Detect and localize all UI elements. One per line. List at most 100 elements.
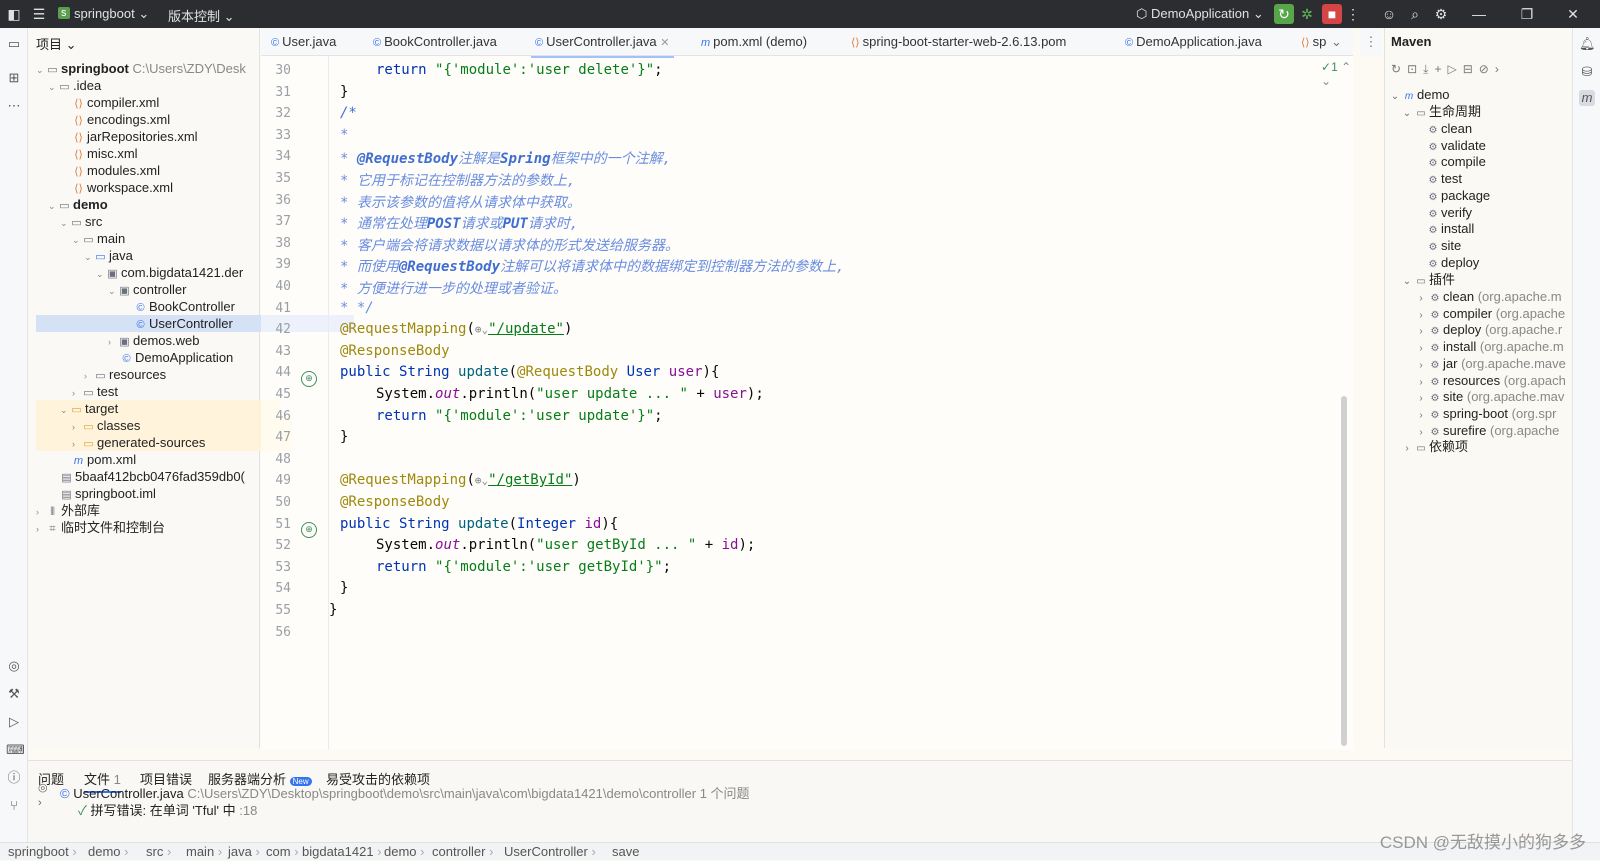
expand-arrow-icon[interactable]: › (1415, 323, 1427, 338)
expand-arrow-icon[interactable]: › (1415, 374, 1427, 389)
inspection-widget[interactable]: ✓1 ⌃ ⌄ (1321, 60, 1353, 88)
expand-arrow-icon[interactable]: › (1415, 307, 1427, 322)
git-tool-icon[interactable]: ⑂ (6, 798, 22, 814)
vcs-menu[interactable]: 版本控制 ⌄ (168, 6, 235, 25)
problem-item-row[interactable]: ✓ 拼写错误: 在单词 'Tful' 中 :18 (78, 800, 257, 819)
expand-arrow-icon[interactable]: › (1415, 340, 1427, 355)
breadcrumb-9[interactable]: UserController › (504, 843, 596, 861)
debug-icon[interactable]: ✲ (1298, 4, 1316, 24)
generate-sources-icon[interactable]: ⊡ (1407, 62, 1423, 76)
tree-item-demo[interactable]: ⌄ ▭ demo (48, 196, 108, 213)
maven-root-demo[interactable]: ⌄ m demo (1389, 86, 1450, 103)
problems-expand-icon[interactable]: › (38, 797, 42, 809)
build-tool-icon[interactable]: ⚒ (6, 686, 22, 702)
run-tool-icon[interactable]: ▷ (6, 714, 22, 730)
tab-close-icon[interactable]: ✕ (660, 37, 669, 49)
structure-tool-icon[interactable]: ⊞ (6, 70, 22, 86)
tree-item-scratches[interactable]: › ⌗ 临时文件和控制台 (36, 519, 165, 536)
maven-goal-site[interactable]: ⚙ site (1427, 237, 1462, 254)
expand-arrow-icon[interactable]: ⌄ (108, 283, 118, 300)
terminal-tool-icon[interactable]: ⌨ (6, 742, 25, 758)
breadcrumb-0[interactable]: springboot › (8, 843, 77, 861)
tree-item-jarrepositories-xml[interactable]: ⟨⟩ jarRepositories.xml (72, 128, 197, 145)
maven-goal-verify[interactable]: ⚙ verify (1427, 204, 1473, 221)
breadcrumb-8[interactable]: controller › (432, 843, 493, 861)
more-tools-icon[interactable]: ⋯ (6, 98, 22, 114)
tab-list-icon[interactable]: ⌄ (1327, 28, 1346, 56)
tree-item-bookcontroller[interactable]: © BookController (134, 298, 235, 315)
close-icon[interactable]: ✕ (1564, 4, 1582, 24)
expand-arrow-icon[interactable]: ⌄ (1389, 88, 1401, 105)
expand-arrow-icon[interactable]: ⌄ (60, 215, 70, 232)
tree-item-compiler-xml[interactable]: ⟨⟩ compiler.xml (72, 94, 159, 111)
maven-goal-package[interactable]: ⚙ package (1427, 187, 1491, 204)
maven-lifecycle-node[interactable]: ⌄ ▭ 生命周期 (1401, 103, 1481, 120)
tree-item-resources[interactable]: › ▭ resources (84, 366, 166, 383)
project-panel-title[interactable]: 项目 ⌄ (36, 34, 77, 53)
tree-item-demos-web[interactable]: › ▣ demos.web (108, 332, 199, 349)
expand-arrow-icon[interactable]: › (1415, 290, 1427, 305)
expand-arrow-icon[interactable]: ⌄ (1401, 105, 1413, 122)
maven-goal-clean[interactable]: ⚙ clean (1427, 120, 1473, 137)
expand-arrow-icon[interactable]: › (1415, 390, 1427, 405)
maven-plugin-resources[interactable]: › ⚙ resources (org.apach (1415, 372, 1571, 389)
maven-plugins-node[interactable]: ⌄ ▭ 插件 (1401, 271, 1455, 288)
tree-item-package-root[interactable]: ⌄ ▣ com.bigdata1421.der (96, 264, 256, 281)
rerun-icon[interactable]: ↻ (1274, 4, 1294, 24)
breadcrumb-10[interactable]: save (612, 843, 639, 861)
tree-item-modules-xml[interactable]: ⟨⟩ modules.xml (72, 162, 160, 179)
settings-gear-icon[interactable]: ⚙ (1432, 4, 1450, 24)
tree-item-encodings-xml[interactable]: ⟨⟩ encodings.xml (72, 111, 170, 128)
tree-item-java[interactable]: ⌄ ▭ java (84, 247, 133, 264)
tree-item-pom-xml[interactable]: m pom.xml (72, 451, 136, 468)
endpoint-gutter-icon[interactable]: ⊕ (301, 522, 317, 538)
tree-item-workspace-xml[interactable]: ⟨⟩ workspace.xml (72, 179, 173, 196)
code-editor[interactable]: 30 31 32 33 34 35 36 37 38 39 40 41 42 43 44 45 46 47 48 49… (261, 56, 1353, 750)
maven-plugin-surefire[interactable]: › ⚙ surefire (org.apache (1415, 422, 1571, 439)
tab-bookcontroller-java[interactable]: © BookController.java (369, 28, 501, 56)
reload-icon[interactable]: ↻ (1391, 62, 1407, 76)
tree-item-main[interactable]: ⌄ ▭ main (72, 230, 125, 247)
notifications-icon[interactable]: 🔔︎ (1579, 36, 1596, 52)
tab-more-icon[interactable]: ⋮ (1360, 28, 1382, 56)
maven-dependencies-node[interactable]: › ▭ 依赖项 (1401, 438, 1468, 455)
tree-item-hash-file[interactable]: ▤ 5baaf412bcb0476fad359db0( (60, 468, 256, 485)
breadcrumb-4[interactable]: java › (228, 843, 260, 861)
maven-plugin-deploy[interactable]: › ⚙ deploy (org.apache.r (1415, 321, 1571, 338)
tree-item-controller[interactable]: ⌄ ▣ controller (108, 281, 186, 298)
breadcrumb-7[interactable]: demo › (384, 843, 425, 861)
expand-arrow-icon[interactable]: ⌄ (96, 266, 106, 281)
tree-item-springboot[interactable]: ⌄ ▭ springboot C:\Users\ZDY\Desk (36, 60, 246, 77)
breadcrumb-5[interactable]: com › (266, 843, 299, 861)
maven-goal-validate[interactable]: ⚙ validate (1427, 137, 1486, 154)
maven-goal-install[interactable]: ⚙ install (1427, 220, 1475, 237)
tree-item-demoapplication[interactable]: © DemoApplication (120, 349, 233, 366)
tab-demoapplication-java[interactable]: © DemoApplication.java (1121, 28, 1266, 56)
toggle-offline-icon[interactable]: ⊟ (1463, 62, 1479, 76)
breadcrumb-6[interactable]: bigdata1421 › (302, 843, 382, 861)
download-icon[interactable]: ⤓ (1423, 62, 1434, 76)
expand-arrow-icon[interactable]: ⌄ (84, 249, 94, 266)
expand-arrow-icon[interactable]: ⌄ (48, 79, 58, 96)
run-goal-icon[interactable]: ▷ (1447, 62, 1462, 76)
restore-icon[interactable]: ❐ (1518, 4, 1536, 24)
expand-arrow-icon[interactable]: › (108, 334, 118, 351)
maven-plugin-spring-boot[interactable]: › ⚙ spring-boot (org.spr (1415, 405, 1571, 422)
problems-tool-icon[interactable]: ⓘ (6, 770, 22, 786)
expand-arrow-icon[interactable]: › (1401, 440, 1413, 457)
stop-icon[interactable]: ■ (1322, 4, 1342, 24)
maven-plugin-clean[interactable]: › ⚙ clean (org.apache.m (1415, 288, 1571, 305)
maven-plugin-jar[interactable]: › ⚙ jar (org.apache.mave (1415, 355, 1571, 372)
expand-arrow-icon[interactable]: ⌄ (36, 62, 46, 79)
tree-item-target[interactable]: ⌄ ▭ target (36, 400, 280, 417)
editor-scrollbar[interactable] (1341, 396, 1347, 746)
tree-item-test[interactable]: › ▭ test (72, 383, 118, 400)
maven-plugin-compiler[interactable]: › ⚙ compiler (org.apache (1415, 305, 1571, 322)
maven-goal-deploy[interactable]: ⚙ deploy (1427, 254, 1480, 271)
tree-item-generated-sources[interactable]: › ▭ generated-sources (36, 434, 292, 451)
tab-usercontroller-java[interactable]: © UserController.java ✕ (531, 28, 674, 58)
expand-arrow-icon[interactable]: ⌄ (48, 198, 58, 215)
more-actions-icon[interactable]: ⋮ (1346, 4, 1360, 24)
skip-tests-icon[interactable]: ⊘ (1479, 62, 1495, 76)
maven-goal-compile[interactable]: ⚙ compile (1427, 153, 1486, 170)
